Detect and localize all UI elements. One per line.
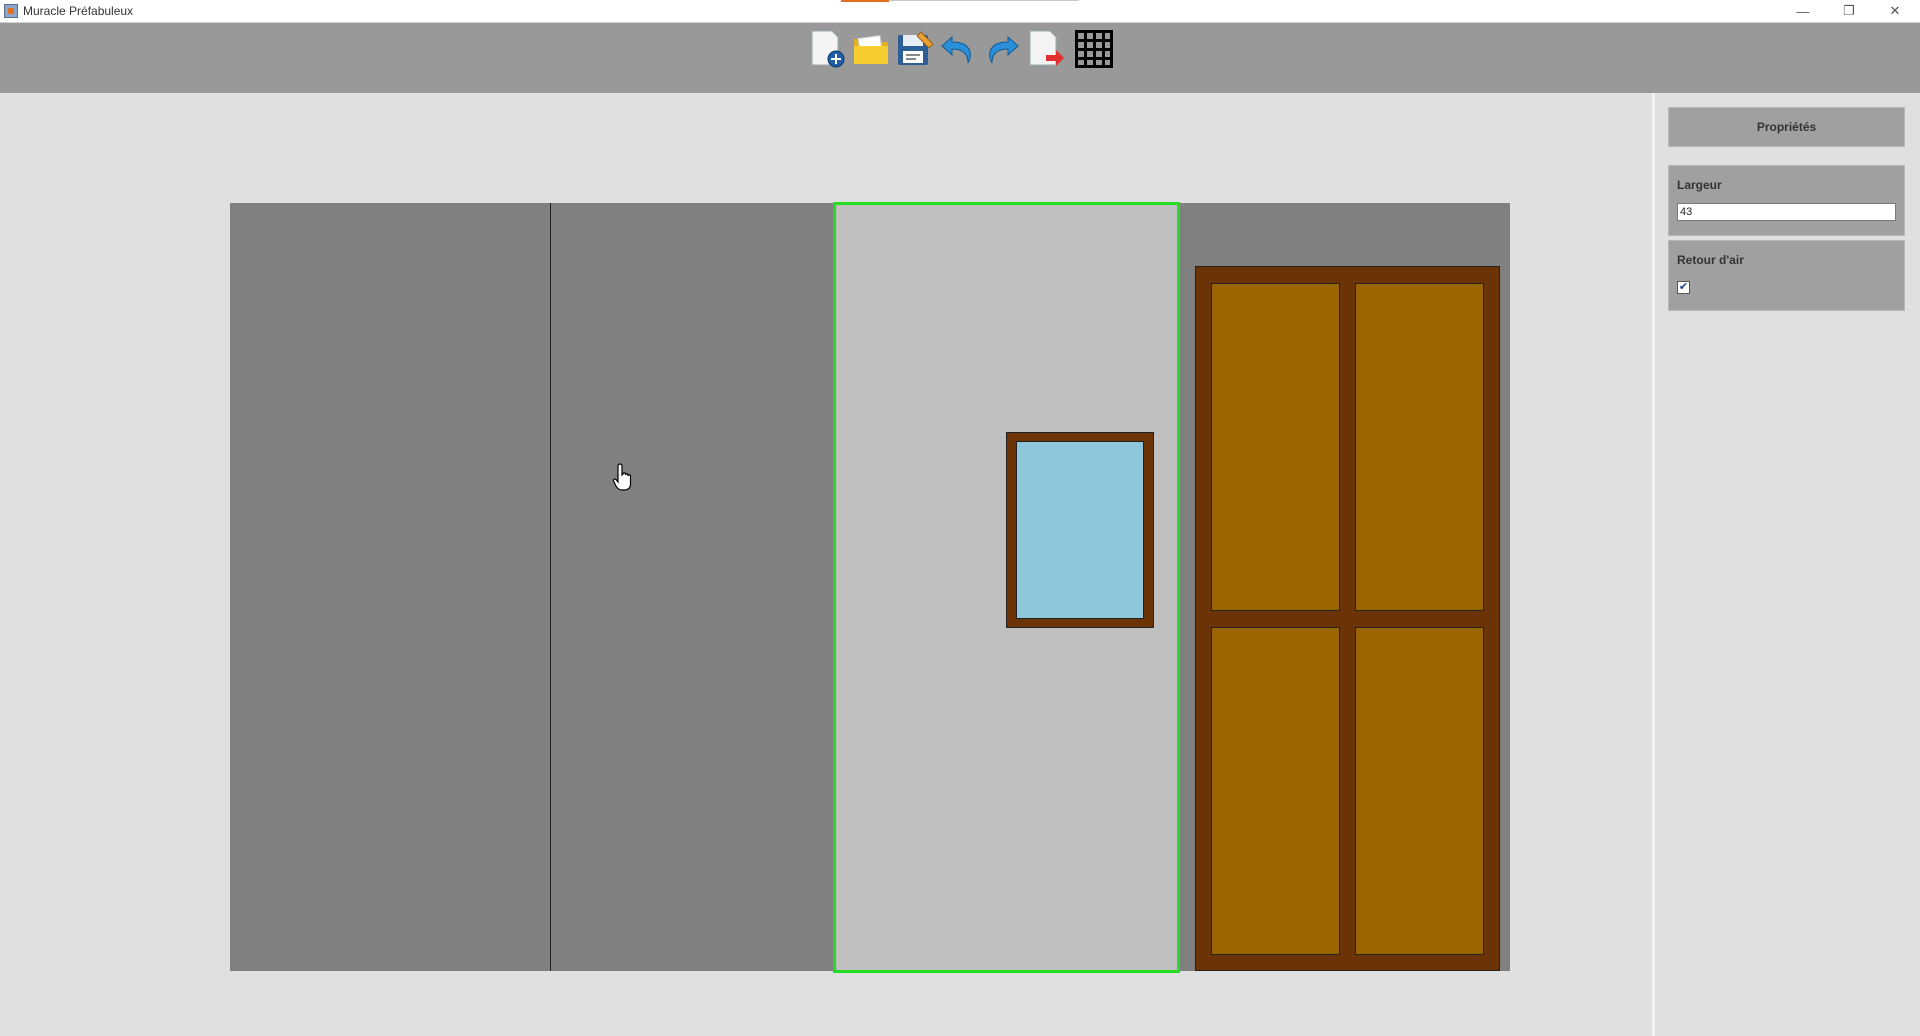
panel-separator-line[interactable] — [550, 203, 551, 971]
minimize-button[interactable]: — — [1780, 0, 1826, 22]
hand-cursor-icon — [612, 463, 632, 491]
window-title: Muracle Préfabuleux — [23, 4, 134, 18]
door-pane-top-right — [1355, 283, 1484, 611]
door-pane-bottom-right — [1355, 627, 1484, 955]
save-icon — [898, 31, 934, 65]
folder-icon — [854, 34, 888, 64]
toolbar — [0, 23, 1920, 93]
window-opening[interactable] — [1006, 432, 1154, 628]
export-icon — [1029, 30, 1064, 66]
undo-icon — [941, 35, 971, 64]
door-opening[interactable] — [1195, 266, 1500, 971]
title-divider — [889, 0, 1079, 1]
width-input[interactable] — [1677, 203, 1896, 221]
air-return-checkbox[interactable]: ✔ — [1677, 281, 1690, 294]
redo-button[interactable] — [982, 29, 1022, 69]
close-button[interactable]: ✕ — [1872, 0, 1918, 22]
width-label: Largeur — [1677, 178, 1722, 192]
properties-header: Propriétés — [1668, 107, 1905, 147]
save-file-button[interactable] — [895, 29, 935, 69]
java-app-icon — [4, 4, 18, 18]
title-accent-bar — [841, 0, 889, 2]
new-file-button[interactable] — [808, 29, 848, 69]
redo-icon — [989, 35, 1019, 64]
title-bar: Muracle Préfabuleux — ❐ ✕ — [0, 0, 1920, 23]
grid-toggle-button[interactable] — [1074, 29, 1114, 69]
new-document-icon — [811, 30, 845, 68]
air-return-property: Retour d'air ✔ — [1668, 240, 1905, 311]
grid-icon — [1075, 30, 1113, 68]
window-glass — [1016, 441, 1144, 619]
export-button[interactable] — [1026, 29, 1066, 69]
properties-panel: Propriétés Largeur Retour d'air ✔ — [1652, 93, 1920, 1036]
open-file-button[interactable] — [851, 29, 891, 69]
door-pane-top-left — [1211, 283, 1340, 611]
air-return-label: Retour d'air — [1677, 253, 1744, 267]
door-pane-bottom-left — [1211, 627, 1340, 955]
width-property: Largeur — [1668, 165, 1905, 236]
undo-button[interactable] — [938, 29, 978, 69]
restore-button[interactable]: ❐ — [1826, 0, 1872, 22]
